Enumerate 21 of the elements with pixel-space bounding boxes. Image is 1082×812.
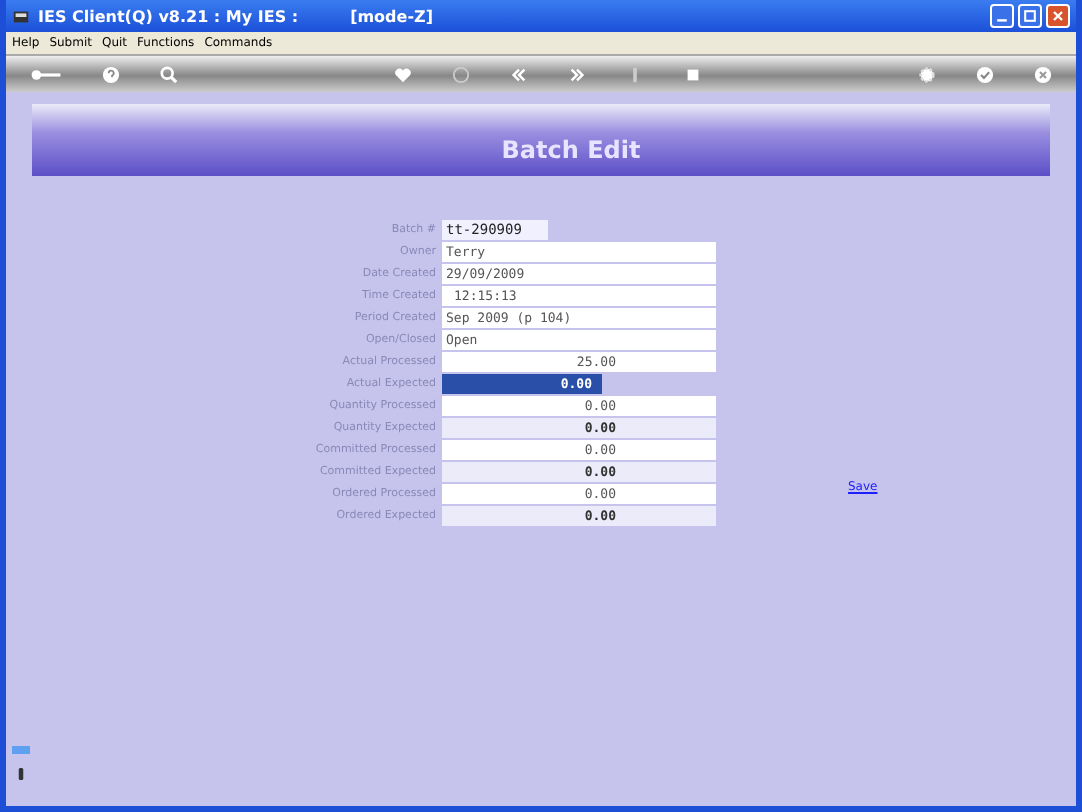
close-icon: [1050, 8, 1066, 24]
page-title: Batch Edit: [501, 136, 641, 164]
heart-icon[interactable]: [394, 65, 412, 83]
key-icon[interactable]: [30, 65, 62, 83]
double-right-arrow-icon[interactable]: [568, 65, 586, 83]
maximize-icon: [1022, 8, 1038, 24]
search-icon[interactable]: [160, 65, 178, 83]
gear-icon[interactable]: [918, 65, 936, 83]
minimize-button[interactable]: [990, 4, 1014, 28]
square-icon[interactable]: [684, 65, 702, 83]
maximize-button[interactable]: [1018, 4, 1042, 28]
check-icon[interactable]: [976, 65, 994, 83]
double-left-arrow-icon[interactable]: [510, 65, 528, 83]
mode-label: [mode-Z]: [350, 7, 433, 25]
circle-icon[interactable]: [452, 65, 470, 83]
small-figure-icon: [18, 766, 24, 782]
close-button[interactable]: [1046, 4, 1070, 28]
window-title: IES Client(Q) v8.21 : My IES :: [38, 7, 299, 25]
app-icon: [12, 7, 30, 25]
help-icon[interactable]: [102, 65, 120, 83]
close-icon[interactable]: [1034, 65, 1052, 83]
